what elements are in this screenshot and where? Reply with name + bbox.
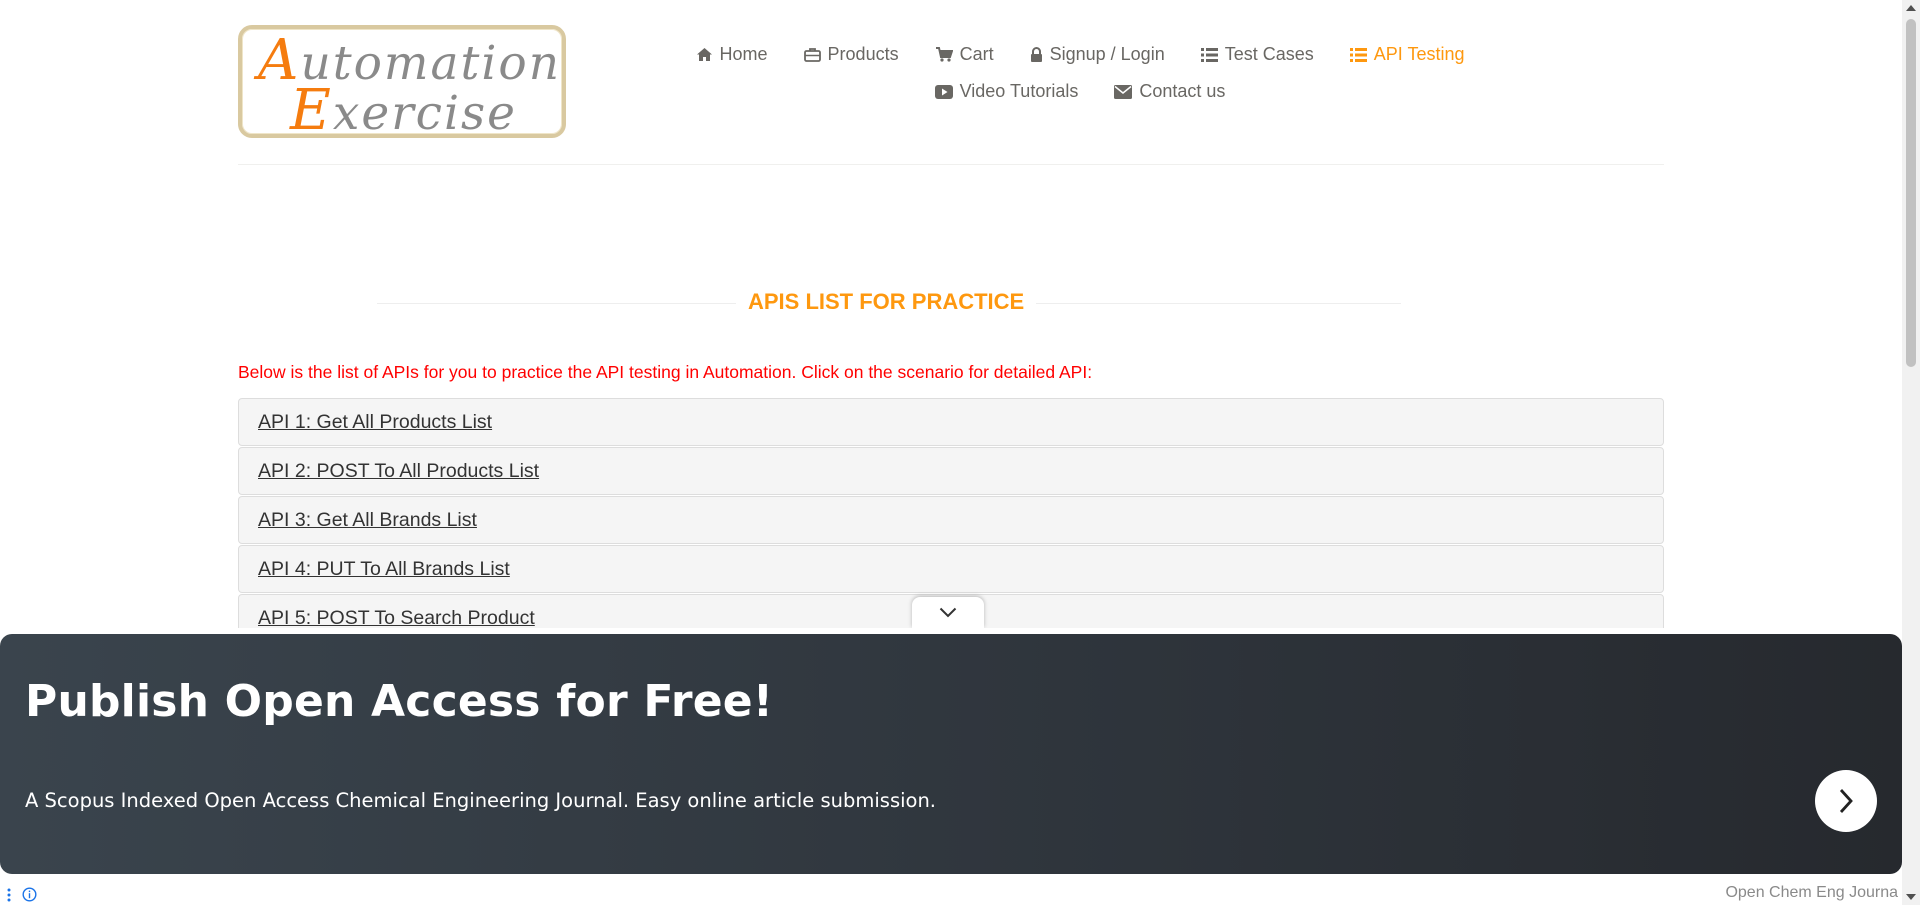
nav-item-signup-login[interactable]: Signup / Login — [1030, 44, 1165, 65]
ad-text: A Scopus Indexed Open Access Chemical En… — [25, 789, 937, 812]
youtube-icon — [934, 84, 953, 99]
ad-title: Publish Open Access for Free! — [25, 676, 774, 727]
nav-label-signup-login: Signup / Login — [1049, 44, 1165, 64]
scroll-thumb[interactable] — [1906, 19, 1916, 367]
page-title: APIS LIST FOR PRACTICE — [736, 286, 1037, 318]
scroll-down-icon[interactable] — [1902, 888, 1920, 905]
ad-banner[interactable]: Publish Open Access for Free! A Scopus I… — [0, 634, 1902, 874]
nav-item-cart[interactable]: Cart — [935, 44, 994, 65]
cart-icon — [935, 47, 953, 62]
chevron-down-icon — [939, 607, 957, 618]
nav-row-1: Home Products Cart Signup / Login Test C… — [696, 36, 1464, 73]
home-icon — [696, 48, 712, 61]
ad-source-label[interactable]: Open Chem Eng Journa — [1725, 884, 1898, 902]
header-divider — [238, 164, 1664, 165]
api-item-4[interactable]: API 4: PUT To All Brands List — [238, 545, 1664, 593]
nav-label-api-testing: API Testing — [1373, 44, 1465, 64]
lock-icon — [1030, 47, 1042, 62]
intro-text: Below is the list of APIs for you to pra… — [238, 362, 1093, 382]
nav-label-video-tutorials: Video Tutorials — [959, 81, 1079, 101]
logo-cap-e: E — [290, 78, 333, 143]
nav-item-test-cases[interactable]: Test Cases — [1200, 44, 1314, 65]
site-logo[interactable]: Automation Exercise — [238, 25, 566, 141]
scroll-up-icon[interactable] — [1902, 0, 1920, 17]
ad-options-icon[interactable] — [6, 888, 12, 902]
briefcase-icon — [803, 48, 821, 62]
api-link-3[interactable]: API 3: Get All Brands List — [258, 509, 477, 532]
nav-label-test-cases: Test Cases — [1224, 44, 1314, 64]
api-link-5[interactable]: API 5: POST To Search Product — [258, 607, 535, 630]
api-link-4[interactable]: API 4: PUT To All Brands List — [258, 558, 510, 581]
nav-item-contact-us[interactable]: Contact us — [1114, 81, 1225, 102]
api-item-2[interactable]: API 2: POST To All Products List — [238, 447, 1664, 495]
logo-word-2: xercise — [332, 86, 517, 141]
nav-item-products[interactable]: Products — [803, 44, 899, 65]
chevron-right-icon — [1839, 789, 1853, 813]
nav-label-home: Home — [719, 44, 768, 64]
ad-collapse-button[interactable] — [912, 597, 984, 628]
ad-open-button[interactable] — [1815, 770, 1877, 832]
api-item-3[interactable]: API 3: Get All Brands List — [238, 496, 1664, 544]
ad-info-icon[interactable] — [22, 887, 37, 902]
api-link-1[interactable]: API 1: Get All Products List — [258, 411, 492, 434]
nav-item-api-testing[interactable]: API Testing — [1349, 44, 1465, 65]
envelope-icon — [1114, 84, 1133, 99]
nav-label-products: Products — [827, 44, 899, 64]
nav-label-contact-us: Contact us — [1139, 81, 1226, 101]
list-icon — [1349, 47, 1367, 62]
nav-item-home[interactable]: Home — [696, 44, 768, 65]
main-nav: Home Products Cart Signup / Login Test C… — [696, 36, 1464, 110]
list-icon — [1200, 47, 1218, 62]
nav-item-video-tutorials[interactable]: Video Tutorials — [934, 81, 1079, 102]
page-scrollbar[interactable] — [1902, 0, 1920, 905]
nav-label-cart: Cart — [959, 44, 994, 64]
api-link-2[interactable]: API 2: POST To All Products List — [258, 460, 539, 483]
api-item-1[interactable]: API 1: Get All Products List — [238, 398, 1664, 446]
nav-row-2: Video Tutorials Contact us — [740, 73, 1420, 110]
